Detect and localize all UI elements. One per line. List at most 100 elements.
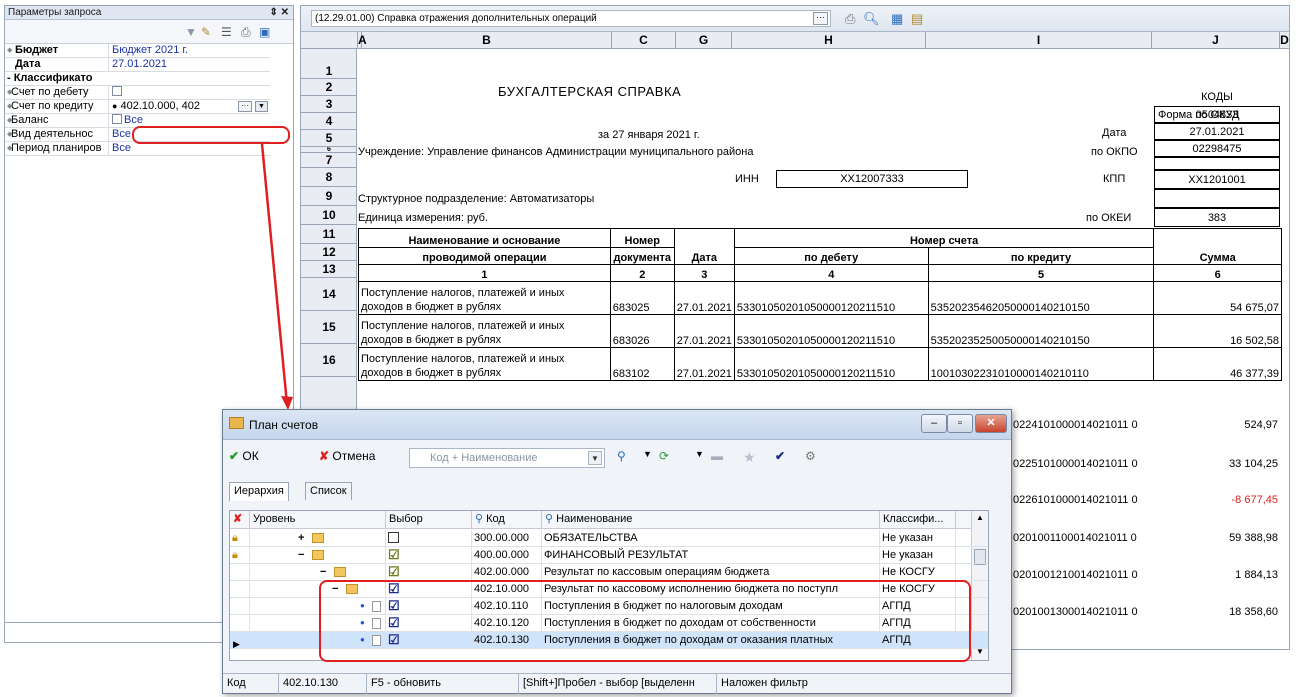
refresh-icon[interactable]: ⟳ [659, 449, 669, 463]
row-number[interactable]: 14 [301, 278, 357, 311]
close-button[interactable]: ✕ [975, 414, 1007, 433]
scroll-up-icon[interactable]: ▲ [976, 513, 984, 522]
expand-icon[interactable]: + [298, 530, 304, 546]
row-number[interactable]: 15 [301, 311, 357, 344]
brush-icon[interactable]: ✎ [201, 25, 211, 39]
col-choice[interactable]: Выбор [386, 511, 472, 529]
level-cell[interactable]: − [250, 564, 386, 580]
cancel-button[interactable]: ✘ Отмена [319, 449, 375, 463]
param-row-balance[interactable]: ◆ Баланс Все [5, 114, 270, 128]
param-row-debit-account[interactable]: ◆ Счет по дебету [5, 86, 270, 100]
table-row[interactable]: Поступление налогов, платежей и иных дохо… [358, 314, 1282, 348]
choice-cell[interactable]: ☑ [386, 615, 472, 631]
param-row-budget[interactable]: ◆ Бюджет Бюджет 2021 г. [5, 44, 270, 58]
checked-icon[interactable]: ☑ [388, 598, 400, 613]
column-g-header[interactable]: G [676, 32, 732, 49]
col-name[interactable]: ⚲ Наименование [542, 511, 880, 529]
minimize-button[interactable]: – [921, 414, 947, 433]
collapse-icon[interactable]: − [332, 581, 338, 597]
level-cell[interactable]: − [250, 581, 386, 597]
choice-cell[interactable]: ☑ [386, 547, 472, 563]
checked-icon[interactable]: ☑ [388, 615, 400, 630]
table-row[interactable]: 🔒︎ − ☑ 400.00.000 ФИНАНСОВЫЙ РЕЗУЛЬТАТ Н… [230, 547, 988, 564]
choice-cell[interactable]: ☑ [386, 598, 472, 614]
collapse-icon[interactable]: − [298, 547, 304, 563]
preview-icon[interactable]: 🔍︎ [863, 11, 880, 27]
row-number[interactable]: 12 [301, 244, 357, 261]
row-number[interactable]: 3 [301, 96, 357, 113]
filter-icon[interactable]: ▼ [185, 25, 197, 39]
column-c-header[interactable]: C [612, 32, 676, 49]
choice-cell[interactable] [386, 530, 472, 546]
col-level[interactable]: Уровень [250, 511, 386, 529]
print-icon[interactable]: ⎙ [241, 25, 251, 40]
level-cell[interactable]: ● [250, 632, 386, 648]
partial-check-icon[interactable]: ☑ [388, 547, 400, 562]
row-number[interactable]: 16 [301, 344, 357, 377]
settings-icon[interactable]: ▤ [911, 11, 923, 27]
param-value[interactable]: 27.01.2021 [109, 58, 270, 71]
save-icon[interactable]: ▣ [259, 25, 270, 39]
maximize-button[interactable]: ▫ [947, 414, 973, 433]
table-row[interactable]: − ☑ 402.00.000 Результат по кассовым опе… [230, 564, 988, 581]
partial-check-icon[interactable]: ☑ [388, 564, 400, 579]
row-number[interactable]: 5 [301, 130, 357, 147]
table-row[interactable]: 🔒︎ + 300.00.000 ОБЯЗАТЕЛЬСТВА Не указан [230, 530, 988, 547]
choice-checkbox[interactable] [388, 532, 399, 543]
print-icon[interactable]: ⎙ [845, 11, 855, 27]
level-cell[interactable]: ● [250, 598, 386, 614]
col-code[interactable]: ⚲ Код [472, 511, 542, 529]
table-row[interactable]: Поступление налогов, платежей и иных дохо… [358, 281, 1282, 315]
row-number[interactable]: 1 [301, 64, 357, 79]
row-number[interactable]: 10 [301, 206, 357, 225]
param-group-classifiers[interactable]: - Классификато [5, 72, 270, 86]
export-icon[interactable]: ▦ [891, 11, 903, 27]
credit-account-value[interactable]: 402.10.000, 402 [121, 100, 201, 112]
report-selector[interactable]: (12.29.01.00) Справка отражения дополнит… [311, 10, 831, 27]
collapse-icon[interactable]: − [320, 564, 326, 580]
debit-checkbox[interactable] [112, 86, 122, 96]
ellipsis-button[interactable]: ··· [238, 101, 252, 112]
row-number[interactable]: 8 [301, 168, 357, 187]
balance-checkbox[interactable] [112, 114, 122, 124]
level-cell[interactable]: ● [250, 615, 386, 631]
table-row[interactable]: ● ☑ 402.10.120 Поступления в бюджет по д… [230, 615, 988, 632]
choice-cell[interactable]: ☑ [386, 564, 472, 580]
col-classifier[interactable]: Классифи... [880, 511, 956, 529]
gear-icon[interactable]: ⚙ [805, 449, 816, 463]
choice-cell[interactable]: ☑ [386, 581, 472, 597]
row-number[interactable]: 13 [301, 261, 357, 278]
column-d-header[interactable]: D [1280, 32, 1290, 49]
param-row-credit-account[interactable]: ◆ Счет по кредиту ● 402.10.000, 402 ··· … [5, 100, 270, 114]
table-row[interactable]: − ☑ 402.10.000 Результат по кассовому ис… [230, 581, 988, 598]
column-h-header[interactable]: H [732, 32, 926, 49]
search-icon[interactable]: ⚲ [617, 449, 626, 463]
row-number[interactable]: 4 [301, 113, 357, 130]
row-number[interactable]: 7 [301, 153, 357, 168]
row-number[interactable]: 9 [301, 187, 357, 206]
param-value[interactable]: Все [109, 142, 270, 155]
column-i-header[interactable]: I [926, 32, 1152, 49]
chevron-down-icon[interactable]: ▼ [588, 451, 602, 465]
pin-close-icon[interactable]: ⇕ ✕ [269, 6, 289, 19]
filter-clear-icon[interactable]: ✘ [230, 511, 250, 529]
param-value[interactable]: Бюджет 2021 г. [109, 44, 270, 57]
choice-cell[interactable]: ☑ [386, 632, 472, 648]
checked-icon[interactable]: ☑ [388, 581, 400, 596]
layout-icon[interactable]: ▬ [711, 449, 723, 463]
ok-button[interactable]: ✔ ОК [229, 449, 259, 463]
select-check-icon[interactable]: ✔ [775, 449, 785, 463]
tab-list[interactable]: Список [305, 482, 352, 500]
checked-icon[interactable]: ☑ [388, 632, 400, 647]
table-row-selected[interactable]: ▶ ● ☑ 402.10.130 Поступления в бюджет по… [230, 632, 988, 649]
chevron-down-icon[interactable]: ▼ [643, 449, 652, 459]
column-b-header[interactable]: B [362, 32, 612, 49]
table-row[interactable]: ● ☑ 402.10.110 Поступления в бюджет по н… [230, 598, 988, 615]
level-cell[interactable]: − [250, 547, 386, 563]
star-icon[interactable]: ★ [743, 449, 756, 466]
param-row-activity[interactable]: ◆ Вид деятельнос Все [5, 128, 270, 142]
report-ellipsis-button[interactable]: ··· [813, 12, 828, 25]
chevron-down-icon[interactable]: ▼ [255, 101, 268, 112]
chevron-down-icon[interactable]: ▼ [695, 449, 704, 459]
column-j-header[interactable]: J [1152, 32, 1280, 49]
